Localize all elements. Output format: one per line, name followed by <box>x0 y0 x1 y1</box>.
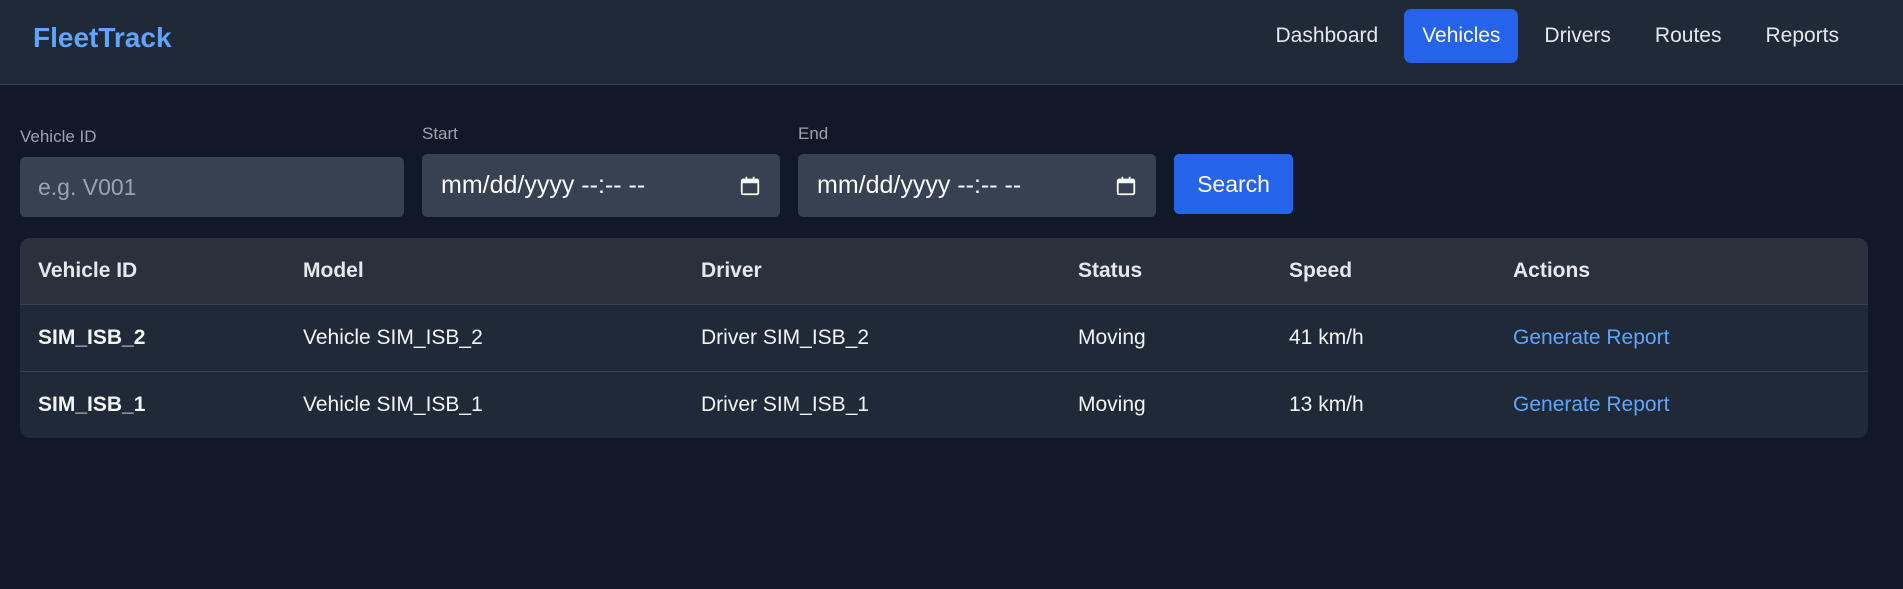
vehicles-table: Vehicle ID Model Driver Status Speed Act… <box>20 238 1868 438</box>
brand-logo[interactable]: FleetTrack <box>33 20 172 56</box>
cell-driver: Driver SIM_ISB_2 <box>701 325 870 349</box>
end-datetime-input[interactable]: mm/dd/yyyy --:-- -- <box>798 154 1156 217</box>
vehicles-table-card: Vehicle ID Model Driver Status Speed Act… <box>20 238 1868 438</box>
nav-dashboard[interactable]: Dashboard <box>1257 9 1396 63</box>
cell-actions: Generate Report <box>1495 304 1868 371</box>
cell-speed: 13 km/h <box>1289 392 1364 416</box>
cell-driver: Driver SIM_ISB_1 <box>701 392 870 416</box>
calendar-icon[interactable] <box>1115 175 1137 197</box>
filter-bar: Vehicle ID Start mm/dd/yyyy --:-- -- End… <box>20 118 1870 217</box>
cell-vehicle-id: SIM_ISB_1 <box>38 392 146 416</box>
end-field: End mm/dd/yyyy --:-- -- <box>798 123 1156 217</box>
top-nav-bar: FleetTrack Dashboard Vehicles Drivers Ro… <box>0 0 1903 85</box>
col-driver: Driver <box>701 258 762 282</box>
table-row: SIM_ISB_2 Vehicle SIM_ISB_2 Driver SIM_I… <box>20 304 1868 371</box>
start-field: Start mm/dd/yyyy --:-- -- <box>422 123 780 217</box>
cell-speed: 41 km/h <box>1289 325 1364 349</box>
col-status: Status <box>1078 258 1143 282</box>
col-speed: Speed <box>1289 258 1353 282</box>
calendar-icon[interactable] <box>739 175 761 197</box>
table-header-row: Vehicle ID Model Driver Status Speed Act… <box>20 238 1868 304</box>
start-datetime-input[interactable]: mm/dd/yyyy --:-- -- <box>422 154 780 217</box>
cell-actions: Generate Report <box>1495 371 1868 438</box>
nav-vehicles[interactable]: Vehicles <box>1404 9 1519 63</box>
vehicle-id-field: Vehicle ID <box>20 126 404 217</box>
end-datetime-value: mm/dd/yyyy --:-- -- <box>817 171 1022 199</box>
nav-reports[interactable]: Reports <box>1747 9 1857 63</box>
nav-drivers[interactable]: Drivers <box>1526 9 1629 63</box>
start-datetime-value: mm/dd/yyyy --:-- -- <box>441 171 646 199</box>
table-row: SIM_ISB_1 Vehicle SIM_ISB_1 Driver SIM_I… <box>20 371 1868 438</box>
generate-report-link[interactable]: Generate Report <box>1513 326 1669 349</box>
cell-vehicle-id: SIM_ISB_2 <box>38 325 146 349</box>
col-actions: Actions <box>1513 258 1591 282</box>
cell-model: Vehicle SIM_ISB_1 <box>303 392 483 416</box>
cell-model: Vehicle SIM_ISB_2 <box>303 325 483 349</box>
start-label: Start <box>422 124 458 143</box>
vehicle-id-input[interactable] <box>20 157 404 217</box>
generate-report-link[interactable]: Generate Report <box>1513 393 1669 416</box>
col-vehicle-id: Vehicle ID <box>38 258 138 282</box>
main-nav: Dashboard Vehicles Drivers Routes Report… <box>1257 9 1857 63</box>
vehicle-id-label: Vehicle ID <box>20 127 97 146</box>
cell-status: Moving <box>1078 325 1146 349</box>
col-model: Model <box>303 258 364 282</box>
end-label: End <box>798 124 829 143</box>
cell-status: Moving <box>1078 392 1146 416</box>
nav-routes[interactable]: Routes <box>1637 9 1740 63</box>
search-button[interactable]: Search <box>1174 154 1293 214</box>
